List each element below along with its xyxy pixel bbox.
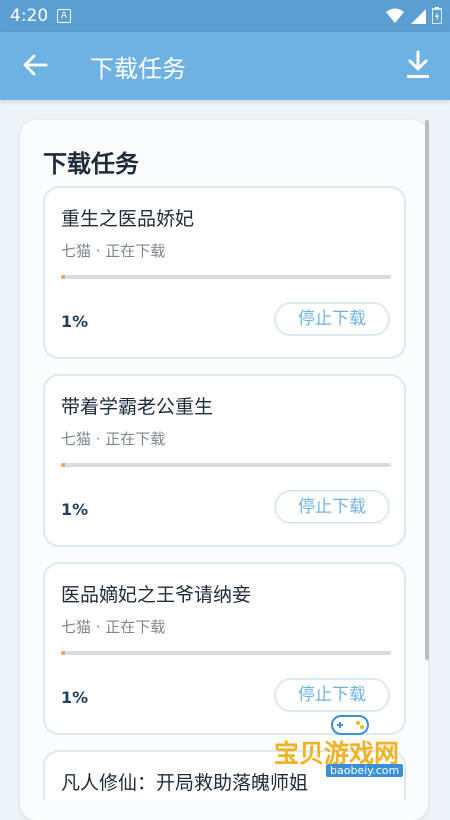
task-title: 凡人修仙：开局救助落魄师姐 — [61, 772, 309, 794]
progress-percent: 1% — [61, 500, 89, 519]
progress-percent: 1% — [61, 688, 89, 707]
stop-download-button[interactable]: 停止下载 — [274, 678, 390, 712]
task-source-status: 七猫 · 正在下载 — [61, 430, 166, 448]
progress-bar — [61, 275, 391, 279]
watermark: 宝贝游戏网 baobeiy.com — [272, 712, 422, 782]
app-bar: 下载任务 — [0, 32, 450, 100]
progress-fill — [61, 275, 65, 279]
download-icon[interactable] — [404, 50, 432, 80]
task-source-status: 七猫 · 正在下载 — [61, 242, 166, 260]
progress-bar — [61, 651, 391, 655]
arrow-left-icon[interactable] — [22, 52, 48, 78]
progress-percent: 1% — [61, 312, 89, 331]
progress-fill — [61, 651, 65, 655]
download-task-card: 医品嫡妃之王爷请纳妾 七猫 · 正在下载 1% 停止下载 — [43, 562, 406, 735]
task-title: 重生之医品娇妃 — [61, 208, 195, 230]
status-bar: 4:20 A — [0, 0, 450, 32]
panel-heading: 下载任务 — [43, 150, 139, 178]
scrollbar[interactable] — [425, 120, 429, 660]
stop-download-button[interactable]: 停止下载 — [274, 490, 390, 524]
status-time: 4:20 — [10, 6, 49, 26]
download-task-card: 重生之医品娇妃 七猫 · 正在下载 1% 停止下载 — [43, 186, 406, 359]
system-icons — [386, 7, 442, 24]
wifi-icon — [386, 8, 404, 23]
progress-fill — [61, 463, 65, 467]
task-title: 带着学霸老公重生 — [61, 396, 214, 418]
download-task-card: 带着学霸老公重生 七猫 · 正在下载 1% 停止下载 — [43, 374, 406, 547]
watermark-domain: baobeiy.com — [326, 764, 404, 777]
notification-badge: A — [57, 9, 71, 23]
task-title: 医品嫡妃之王爷请纳妾 — [61, 584, 252, 606]
task-source-status: 七猫 · 正在下载 — [61, 618, 166, 636]
battery-icon — [432, 7, 442, 24]
page-title: 下载任务 — [90, 55, 186, 83]
signal-icon — [411, 8, 426, 24]
progress-bar — [61, 463, 391, 467]
stop-download-button[interactable]: 停止下载 — [274, 302, 390, 336]
